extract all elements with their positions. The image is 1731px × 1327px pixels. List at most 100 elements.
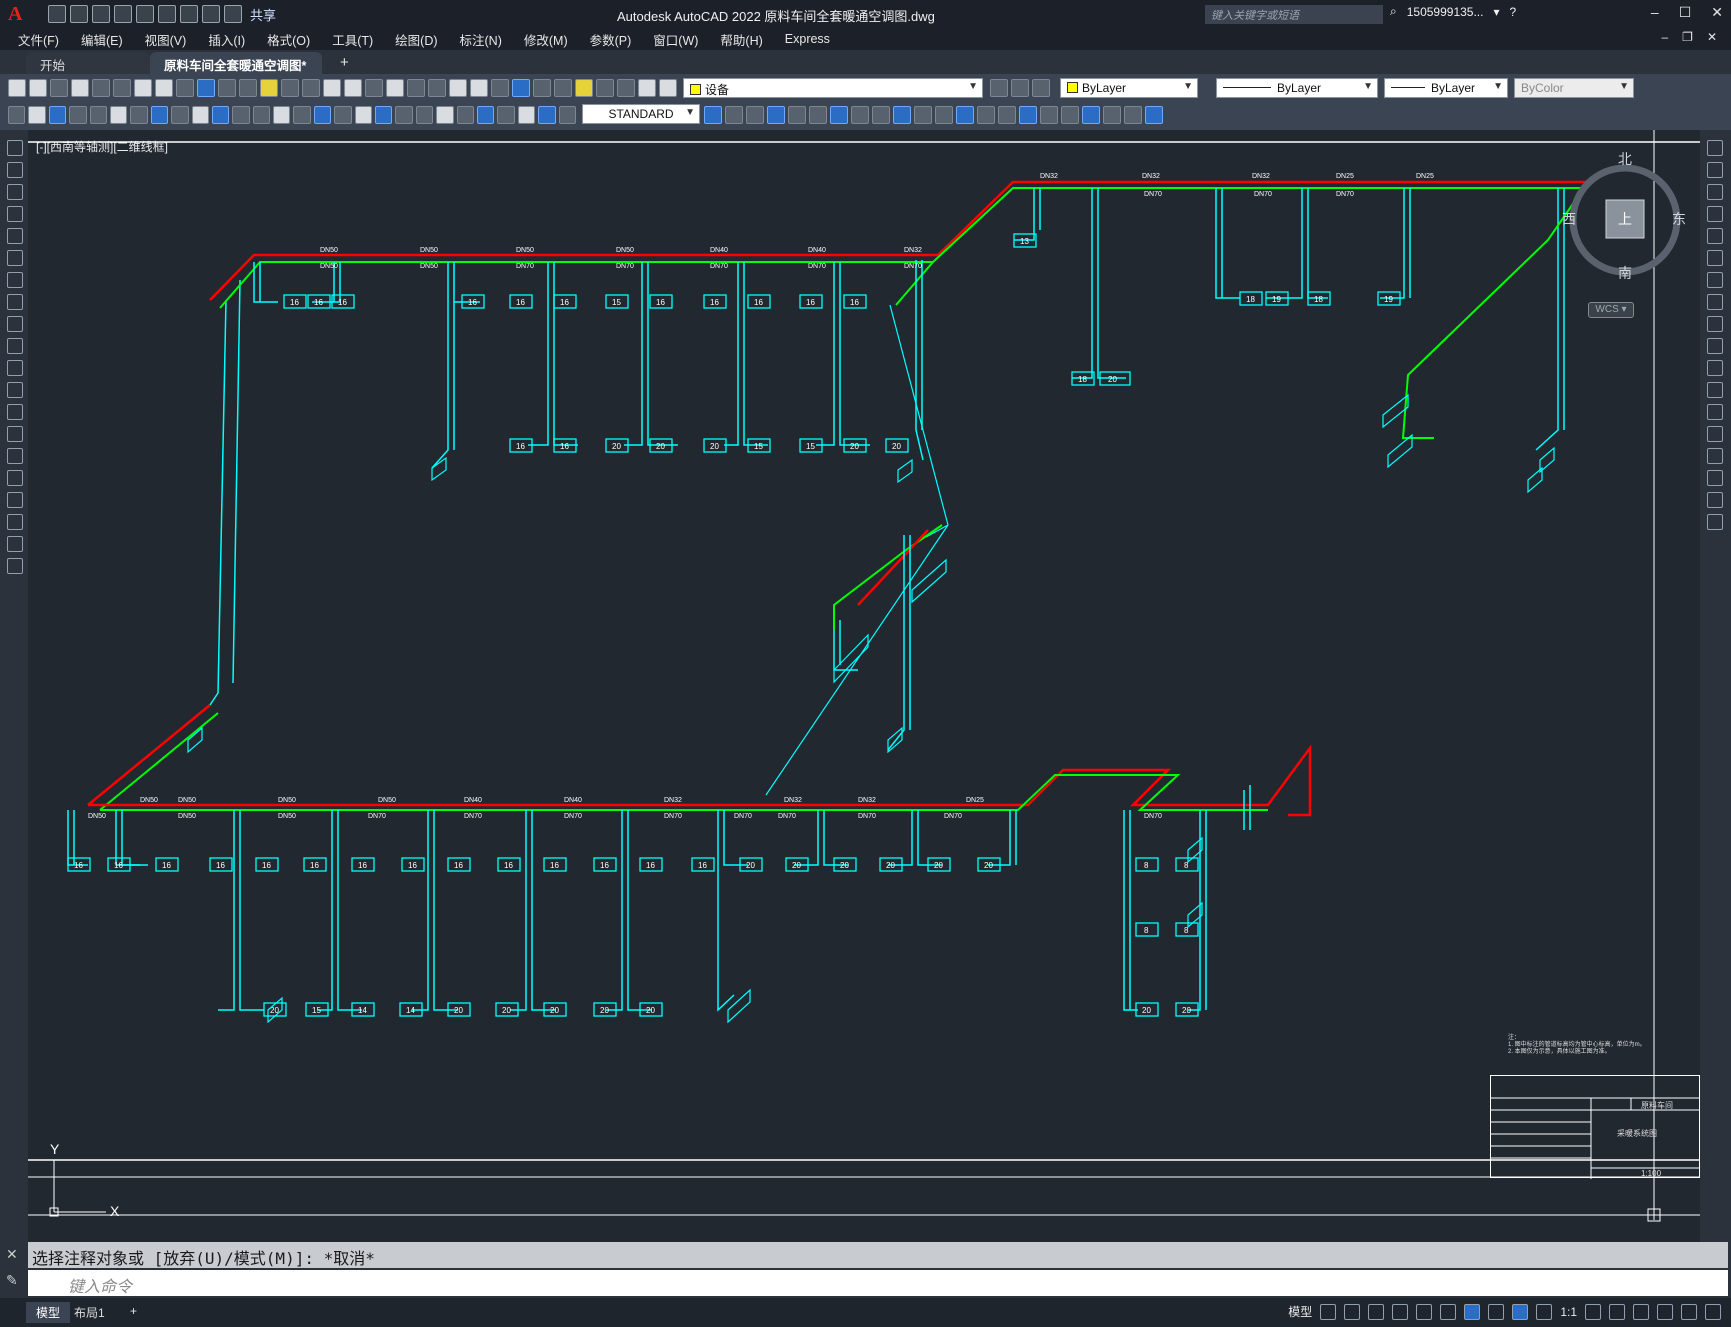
draw-tool-icon[interactable]	[354, 106, 373, 124]
grid-icon[interactable]	[1320, 1303, 1337, 1320]
menu-item[interactable]: Express	[785, 32, 830, 46]
draw-tool-icon[interactable]	[232, 106, 250, 124]
menu-item[interactable]: 参数(P)	[590, 30, 632, 49]
toolbar-tool-icon[interactable]	[554, 79, 572, 97]
new-tab-button[interactable]: +	[334, 52, 360, 74]
draw-tool-icon[interactable]	[89, 106, 107, 124]
draw-tool-icon[interactable]	[334, 106, 352, 124]
plotstyle-dropdown[interactable]: ByColor ▼	[1514, 78, 1634, 98]
draw-tool-icon[interactable]	[7, 558, 23, 574]
lineweight-dropdown[interactable]: ByLayer ▼	[1384, 78, 1508, 98]
view-tool-icon[interactable]	[725, 106, 743, 124]
draw-tool-icon[interactable]	[436, 106, 454, 124]
draw-tool-icon[interactable]	[558, 106, 576, 124]
menu-item[interactable]: 文件(F)	[18, 30, 59, 49]
draw-tool-icon[interactable]	[7, 272, 23, 288]
draw-tool-icon[interactable]	[130, 106, 148, 124]
modify-tool-icon[interactable]	[1707, 162, 1723, 178]
draw-tool-icon[interactable]	[7, 162, 23, 178]
isodraft-icon[interactable]	[1416, 1303, 1433, 1320]
modify-tool-icon[interactable]	[1707, 228, 1723, 244]
view-tool-icon[interactable]	[956, 106, 974, 124]
plot-icon[interactable]	[180, 5, 198, 23]
modify-tool-icon[interactable]	[1707, 294, 1723, 310]
annotation-visibility-icon[interactable]	[1512, 1303, 1529, 1320]
modify-tool-icon[interactable]	[1707, 272, 1723, 288]
clean-screen-icon[interactable]	[1681, 1303, 1697, 1320]
toolbar-tool-icon[interactable]	[575, 79, 593, 97]
view-tool-icon[interactable]	[1040, 106, 1058, 124]
modify-tool-icon[interactable]	[1707, 382, 1723, 398]
draw-tool-icon[interactable]	[8, 106, 26, 124]
draw-tool-icon[interactable]	[7, 470, 23, 486]
autoscale-icon[interactable]	[1536, 1303, 1553, 1320]
view-tool-icon[interactable]	[914, 106, 932, 124]
view-tool-icon[interactable]	[767, 106, 785, 124]
draw-tool-icon[interactable]	[395, 106, 413, 124]
view-tool-icon[interactable]	[1019, 106, 1037, 124]
menu-item[interactable]: 工具(T)	[332, 30, 373, 49]
draw-tool-icon[interactable]	[7, 536, 23, 552]
toolbar-tool-icon[interactable]	[365, 79, 383, 97]
isolate-icon[interactable]	[1633, 1303, 1649, 1320]
toolbar-tool-icon[interactable]	[407, 79, 425, 97]
wcs-menu[interactable]: WCS ▾	[1588, 302, 1634, 318]
toolbar-tool-icon[interactable]	[197, 79, 215, 97]
save-icon[interactable]	[92, 5, 110, 23]
toolbar-tool-icon[interactable]	[260, 79, 278, 97]
modify-tool-icon[interactable]	[1707, 140, 1723, 156]
undo-icon[interactable]	[202, 5, 220, 23]
color-dropdown[interactable]: ByLayer ▼	[1060, 78, 1198, 98]
toolbar-tool-icon[interactable]	[323, 79, 341, 97]
draw-tool-icon[interactable]	[7, 316, 23, 332]
view-tool-icon[interactable]	[746, 106, 764, 124]
layer-tool-icon[interactable]	[1011, 79, 1029, 97]
toolbar-tool-icon[interactable]	[239, 79, 257, 97]
minimize-icon[interactable]: –	[1651, 4, 1659, 21]
draw-tool-icon[interactable]	[7, 250, 23, 266]
snap-icon[interactable]	[1344, 1303, 1361, 1320]
model-space-label[interactable]: 模型	[1288, 1303, 1312, 1320]
draw-tool-icon[interactable]	[273, 106, 291, 124]
draw-tool-icon[interactable]	[7, 140, 23, 156]
draw-tool-icon[interactable]	[415, 106, 434, 124]
save-as-icon[interactable]	[114, 5, 132, 23]
hardware-accel-icon[interactable]	[1657, 1303, 1673, 1320]
modify-tool-icon[interactable]	[1707, 360, 1723, 376]
layer-tool-icon[interactable]	[990, 79, 1008, 97]
redo-icon[interactable]	[224, 5, 242, 23]
menu-item[interactable]: 格式(O)	[267, 30, 310, 49]
text-style-dropdown[interactable]: STANDARD ▼	[582, 104, 700, 124]
menu-item[interactable]: 编辑(E)	[81, 30, 123, 49]
view-tool-icon[interactable]	[809, 106, 827, 124]
toolbar-tool-icon[interactable]	[344, 79, 362, 97]
draw-tool-icon[interactable]	[7, 338, 23, 354]
draw-tool-icon[interactable]	[28, 106, 46, 124]
share-button[interactable]: 共享	[250, 5, 276, 24]
view-tool-icon[interactable]	[851, 106, 869, 124]
draw-tool-icon[interactable]	[476, 106, 495, 124]
draw-tool-icon[interactable]	[7, 404, 23, 420]
toolbar-tool-icon[interactable]	[50, 79, 68, 97]
toolbar-tool-icon[interactable]	[134, 79, 152, 97]
modify-tool-icon[interactable]	[1707, 404, 1723, 420]
tab-start[interactable]: 开始	[26, 52, 150, 74]
drawing-canvas[interactable]: [-][西南等轴测][二维线框] Y X 16 16 16 16 16 16 1…	[28, 130, 1700, 1242]
view-tool-icon[interactable]	[1103, 106, 1121, 124]
toolbar-tool-icon[interactable]	[659, 79, 677, 97]
view-tool-icon[interactable]	[704, 106, 722, 124]
toolbar-tool-icon[interactable]	[533, 79, 551, 97]
draw-tool-icon[interactable]	[7, 360, 23, 376]
view-tool-icon[interactable]	[998, 106, 1016, 124]
tab-active-drawing[interactable]: 原料车间全套暖通空调图* ✕	[150, 52, 322, 89]
draw-tool-icon[interactable]	[211, 106, 230, 124]
add-layout-button[interactable]: +	[120, 1302, 147, 1320]
lineweight-icon[interactable]	[1488, 1303, 1505, 1320]
draw-tool-icon[interactable]	[48, 106, 67, 124]
draw-tool-icon[interactable]	[293, 106, 311, 124]
cart-icon[interactable]: ▾	[1493, 5, 1499, 19]
modify-tool-icon[interactable]	[1707, 448, 1723, 464]
toolbar-tool-icon[interactable]	[92, 79, 110, 97]
modify-tool-icon[interactable]	[1707, 492, 1723, 508]
draw-tool-icon[interactable]	[7, 382, 23, 398]
